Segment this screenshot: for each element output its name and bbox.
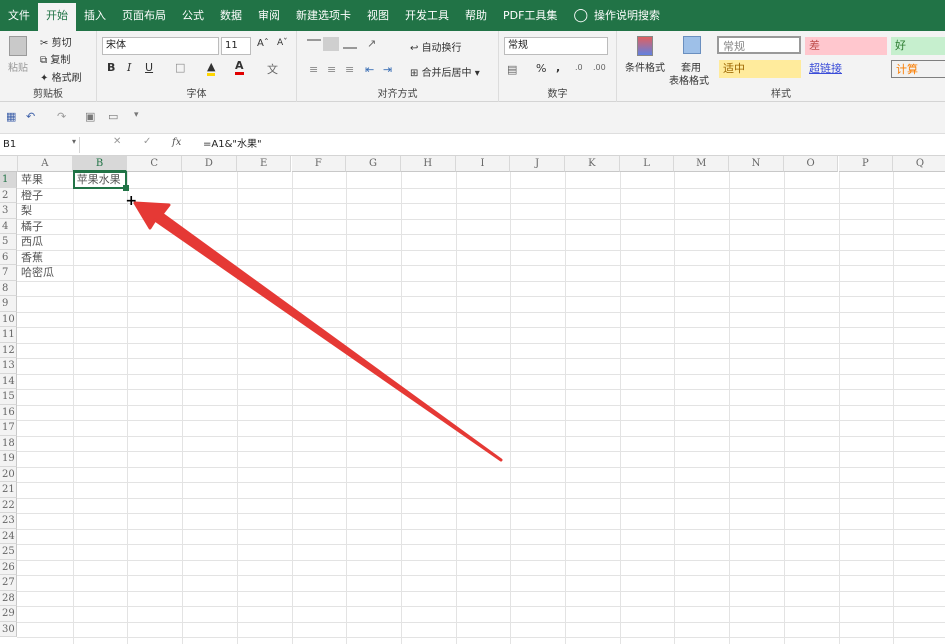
arrow-shape xyxy=(133,201,503,462)
annotation-arrow xyxy=(133,201,503,462)
